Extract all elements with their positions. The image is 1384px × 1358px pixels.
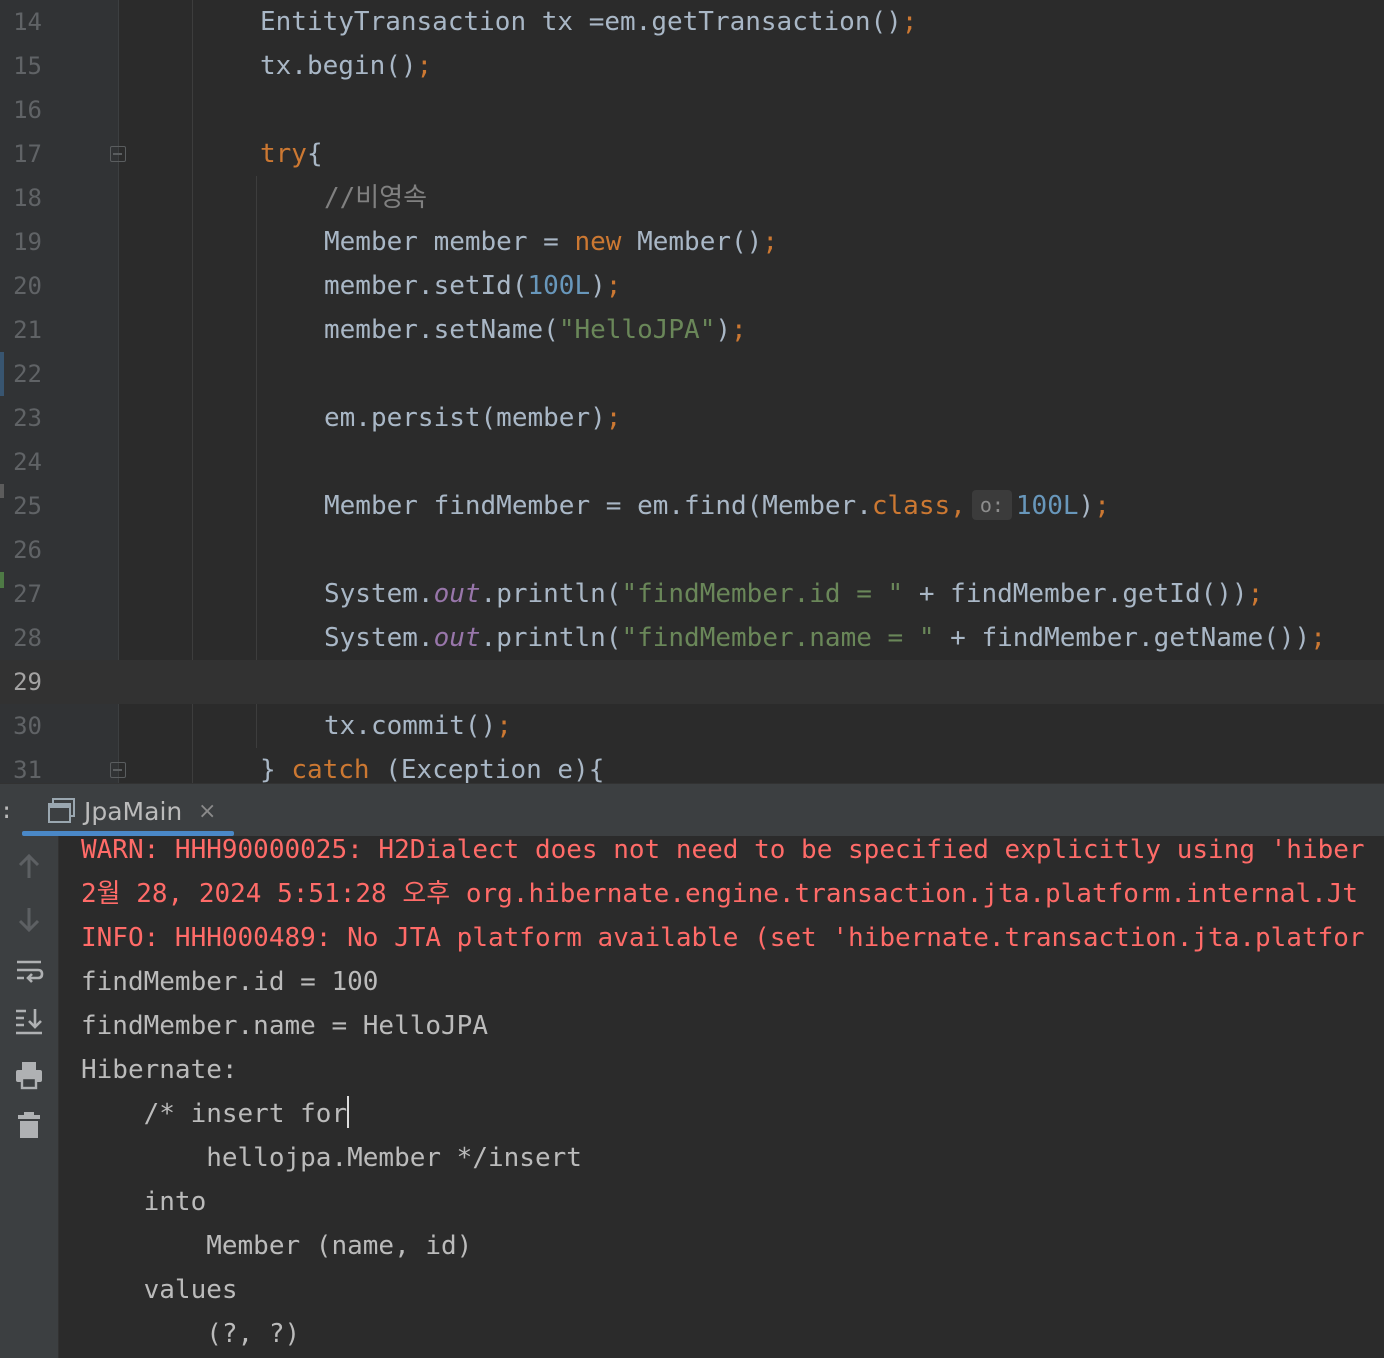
code-line: 14 EntityTransaction tx =em.getTransacti… bbox=[0, 0, 1384, 44]
parameter-hint: o: bbox=[971, 490, 1012, 520]
code-text[interactable]: System.out.println("findMember.name = " … bbox=[324, 616, 1326, 660]
code-text[interactable]: System.out.println("findMember.id = " + … bbox=[324, 572, 1263, 616]
run-tool-window-header: : JpaMain × bbox=[0, 783, 1384, 836]
console-line: INFO: HHH000489: No JTA platform availab… bbox=[81, 923, 1365, 953]
tool-window-options[interactable]: : bbox=[0, 784, 13, 840]
down-arrow-icon[interactable] bbox=[14, 904, 44, 934]
code-line: 28 System.out.println("findMember.name =… bbox=[0, 616, 1384, 660]
code-line: 21 member.setName("HelloJPA"); bbox=[0, 308, 1384, 352]
console-line: /* insert for bbox=[81, 1092, 350, 1136]
tab-jpamain[interactable]: JpaMain × bbox=[22, 784, 234, 836]
console-line: 2월 28, 2024 5:51:28 오후 org.hibernate.eng… bbox=[81, 879, 1359, 909]
print-icon[interactable] bbox=[14, 1060, 44, 1090]
console-line: WARN: HHH90000025: H2Dialect does not ne… bbox=[81, 836, 1365, 865]
code-text[interactable]: em.persist(member); bbox=[324, 396, 621, 440]
code-line: 26 bbox=[0, 528, 1384, 572]
code-line: 19 Member member = new Member(); bbox=[0, 220, 1384, 264]
code-text[interactable]: EntityTransaction tx =em.getTransaction(… bbox=[260, 0, 917, 44]
soft-wrap-icon[interactable] bbox=[14, 956, 44, 986]
up-arrow-icon[interactable] bbox=[14, 852, 44, 882]
line-number[interactable]: 26 bbox=[0, 528, 42, 572]
code-line: 18 //비영속 bbox=[0, 176, 1384, 220]
code-line: 20 member.setId(100L); bbox=[0, 264, 1384, 308]
line-number[interactable]: 18 bbox=[0, 176, 42, 220]
console-line: hellojpa.Member */insert bbox=[81, 1143, 598, 1173]
code-text[interactable]: member.setId(100L); bbox=[324, 264, 621, 308]
code-line: 16 bbox=[0, 88, 1384, 132]
line-number[interactable]: 24 bbox=[0, 440, 42, 484]
code-line: 17 try{ bbox=[0, 132, 1384, 176]
line-number[interactable]: 17 bbox=[0, 132, 42, 176]
code-text[interactable]: } catch (Exception e){ bbox=[260, 748, 604, 783]
code-text[interactable]: Member member = new Member(); bbox=[324, 220, 778, 264]
code-text[interactable]: member.setName("HelloJPA"); bbox=[324, 308, 747, 352]
close-icon[interactable]: × bbox=[198, 784, 216, 836]
code-line: 30 tx.commit(); bbox=[0, 704, 1384, 748]
console-output[interactable]: WARN: HHH90000025: H2Dialect does not ne… bbox=[59, 836, 1384, 1358]
scroll-to-end-icon[interactable] bbox=[14, 1006, 44, 1036]
line-number[interactable]: 16 bbox=[0, 88, 42, 132]
line-number[interactable]: 25 bbox=[0, 484, 42, 528]
console-toolbar bbox=[0, 836, 59, 1358]
code-line: 23 em.persist(member); bbox=[0, 396, 1384, 440]
code-line: 25 Member findMember = em.find(Member.cl… bbox=[0, 484, 1384, 528]
trash-icon[interactable] bbox=[14, 1110, 44, 1140]
line-number[interactable]: 21 bbox=[0, 308, 42, 352]
current-code-line: 29 bbox=[0, 660, 1384, 704]
fold-marker-icon[interactable] bbox=[110, 146, 126, 162]
code-editor[interactable]: 14 EntityTransaction tx =em.getTransacti… bbox=[0, 0, 1384, 783]
code-line: 27 System.out.println("findMember.id = "… bbox=[0, 572, 1384, 616]
fold-marker-icon[interactable] bbox=[110, 762, 126, 778]
console-line: Member (name, id) bbox=[81, 1231, 488, 1261]
console-line: findMember.name = HelloJPA bbox=[81, 1011, 488, 1041]
line-number[interactable]: 28 bbox=[0, 616, 42, 660]
line-number[interactable]: 19 bbox=[0, 220, 42, 264]
line-number[interactable]: 14 bbox=[0, 0, 42, 44]
code-line: 15 tx.begin(); bbox=[0, 44, 1384, 88]
console-line: (?, ?) bbox=[81, 1319, 301, 1349]
line-number[interactable]: 30 bbox=[0, 704, 42, 748]
code-line: 24 bbox=[0, 440, 1384, 484]
code-line: 22 bbox=[0, 352, 1384, 396]
line-number[interactable]: 15 bbox=[0, 44, 42, 88]
console-line: Hibernate: bbox=[81, 1055, 254, 1085]
line-number[interactable]: 31 bbox=[0, 748, 42, 783]
code-text[interactable]: //비영속 bbox=[324, 176, 427, 220]
text-caret bbox=[347, 1096, 350, 1128]
line-number[interactable]: 22 bbox=[0, 352, 42, 396]
code-text[interactable]: tx.begin(); bbox=[260, 44, 432, 88]
console-line: values bbox=[81, 1275, 238, 1305]
tab-label: JpaMain bbox=[84, 797, 183, 826]
line-number[interactable]: 29 bbox=[0, 660, 42, 704]
line-number[interactable]: 20 bbox=[0, 264, 42, 308]
console-line: findMember.id = 100 bbox=[81, 967, 379, 997]
console-window-icon bbox=[48, 798, 75, 823]
code-text[interactable]: tx.commit(); bbox=[324, 704, 512, 748]
code-text[interactable]: Member findMember = em.find(Member.class… bbox=[324, 484, 1110, 528]
console-line: into bbox=[81, 1187, 207, 1217]
code-text[interactable]: try{ bbox=[260, 132, 323, 176]
line-number[interactable]: 27 bbox=[0, 572, 42, 616]
line-number[interactable]: 23 bbox=[0, 396, 42, 440]
code-line: 31 } catch (Exception e){ bbox=[0, 748, 1384, 783]
